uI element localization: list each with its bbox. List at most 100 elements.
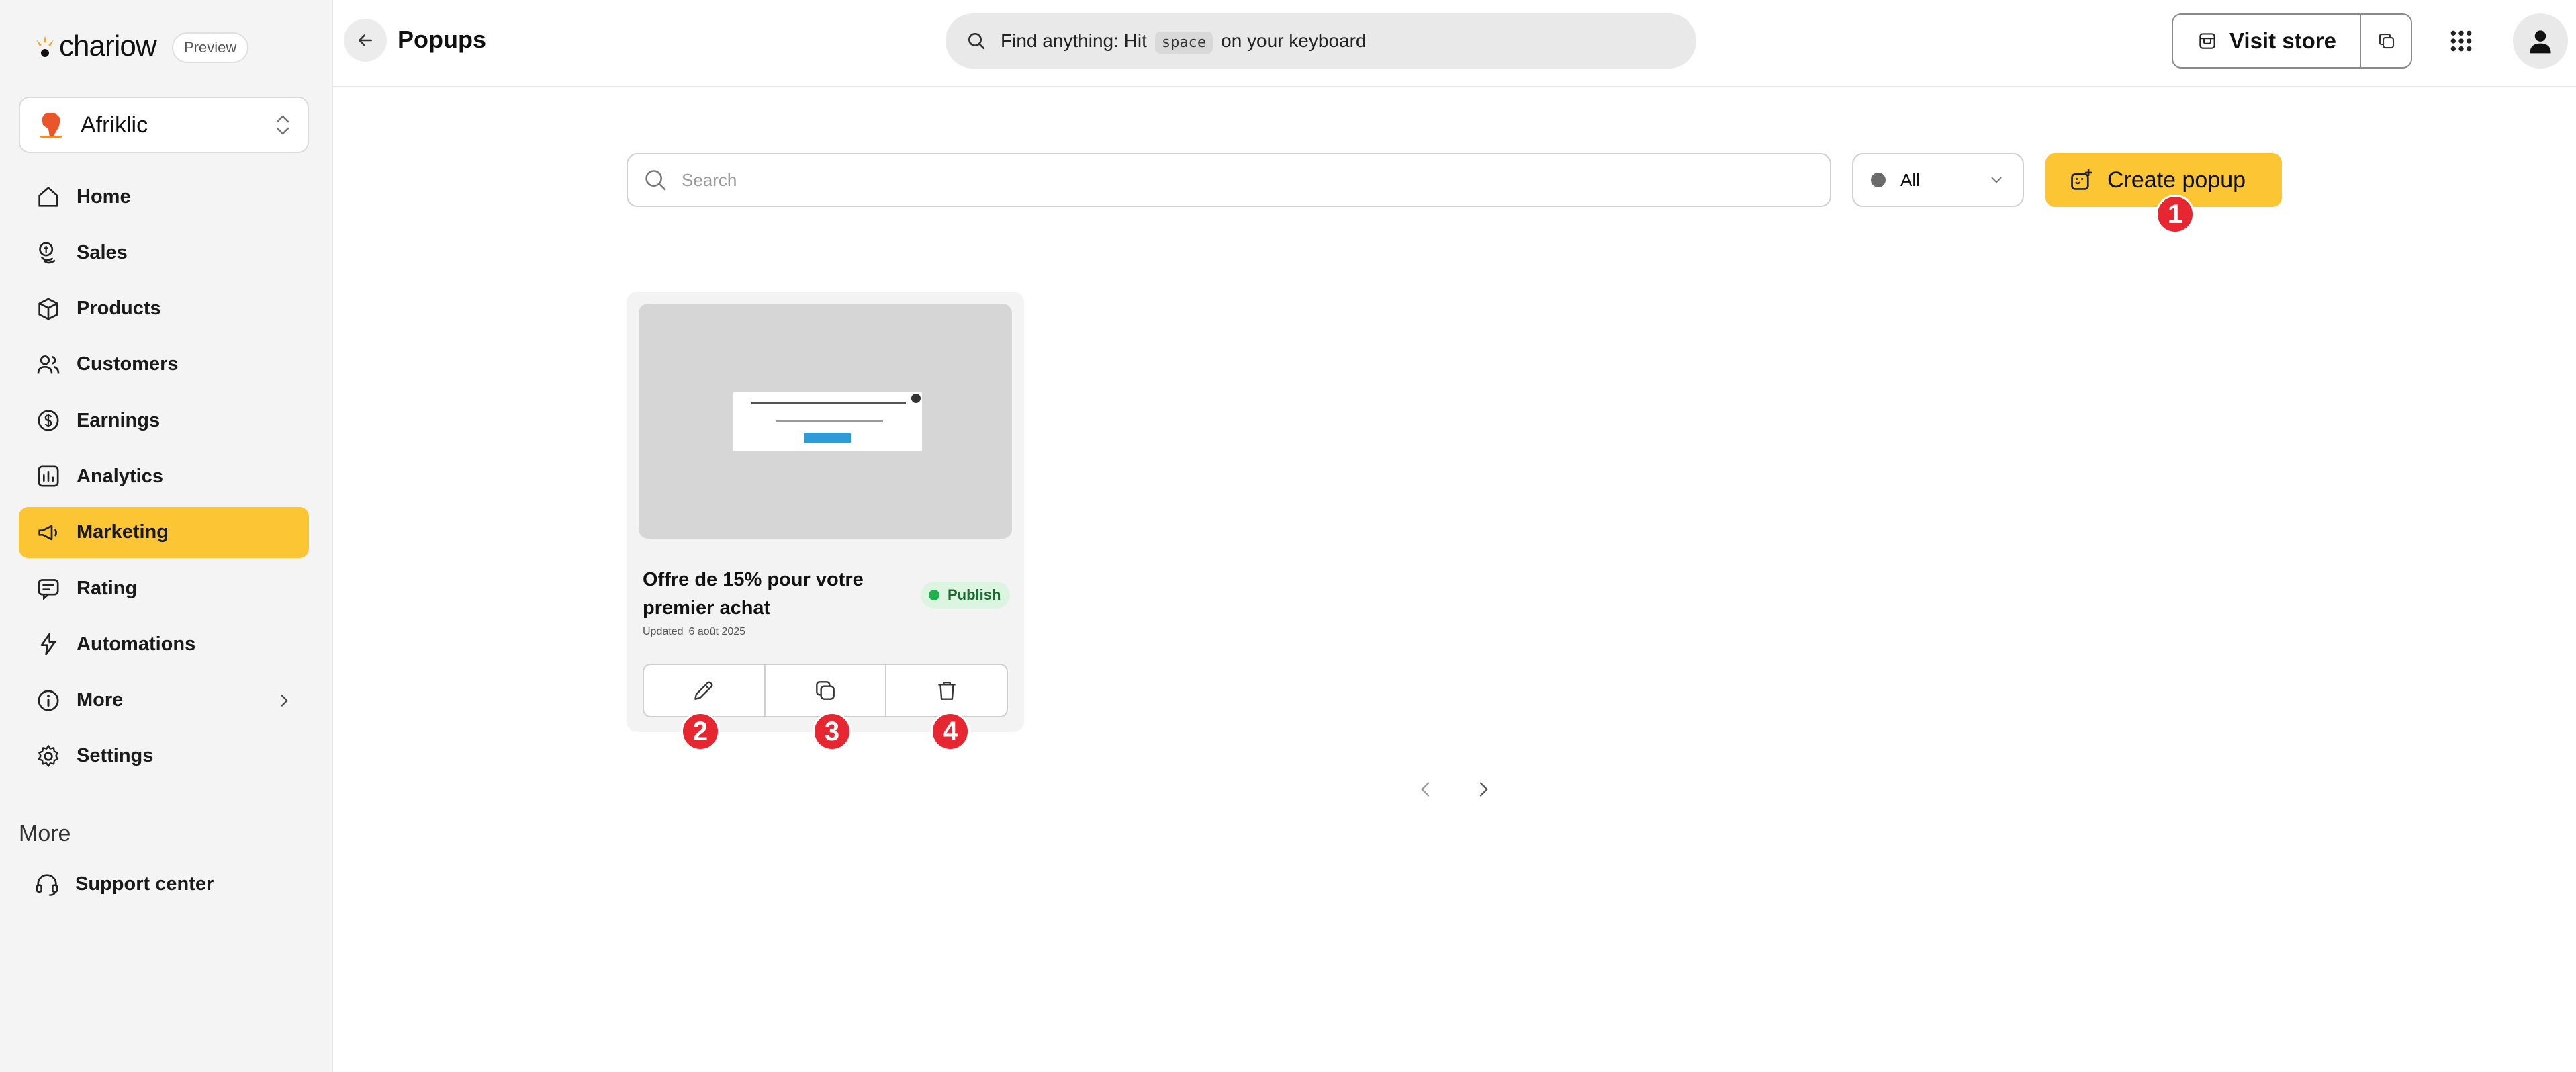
copy-store-link-button[interactable]: [2361, 15, 2412, 67]
status-dot: [1871, 173, 1886, 187]
search-shortcut-key: space: [1154, 32, 1213, 54]
next-page-button[interactable]: [1468, 774, 1499, 805]
box-icon: [38, 298, 58, 320]
home-icon: [38, 187, 58, 207]
annotation-marker-1: 1: [2156, 195, 2195, 234]
edit-popup-button[interactable]: [644, 665, 766, 716]
sidebar-item-label: Analytics: [77, 465, 163, 487]
apps-menu-button[interactable]: [2436, 16, 2486, 66]
status-label: Publish: [948, 586, 1001, 603]
arrow-left-icon: [359, 34, 372, 46]
africa-map-icon: [40, 113, 62, 138]
sidebar-item-customers[interactable]: Customers: [19, 339, 309, 390]
popup-updated: Updated 6 août 2025: [643, 626, 745, 638]
chevron-right-icon: [281, 695, 288, 707]
search-input[interactable]: [682, 169, 1815, 191]
chart-icon: [38, 465, 59, 487]
sidebar-item-analytics[interactable]: Analytics: [19, 451, 309, 502]
popup-preview-heading-line: [751, 402, 906, 404]
search-hint-prefix: Find anything: Hit: [1001, 30, 1147, 51]
annotation-marker-4: 4: [931, 712, 970, 751]
gear-icon: [38, 744, 59, 767]
global-search[interactable]: Find anything: Hit space on your keyboard: [946, 13, 1696, 69]
popup-title: Offre de 15% pour votre premier achat: [643, 569, 864, 619]
popup-preview-graphic: [733, 392, 922, 451]
page-title: Popups: [398, 26, 486, 53]
popup-search: [627, 153, 1831, 207]
chevron-left-icon: [1421, 782, 1430, 797]
duplicate-icon: [816, 681, 835, 700]
sidebar-item-marketing[interactable]: Marketing: [19, 506, 309, 558]
chariow-logo[interactable]: chariow: [34, 30, 157, 63]
trash-icon: [938, 681, 956, 700]
sidebar-item-label: Customers: [77, 353, 179, 375]
search-icon: [645, 170, 666, 191]
more-section-heading: More: [19, 821, 71, 846]
store-avatar: [35, 109, 67, 141]
megaphone-icon: [38, 525, 57, 541]
previous-page-button[interactable]: [1410, 774, 1441, 805]
popup-preview-text-line: [776, 420, 883, 422]
visit-store-label: Visit store: [2229, 28, 2336, 53]
user-menu-button[interactable]: [2513, 13, 2568, 69]
annotation-marker-3: 3: [813, 712, 852, 751]
coins-icon: [39, 242, 56, 264]
logo-text: chariow: [59, 30, 157, 62]
sidebar-item-home[interactable]: Home: [19, 171, 309, 222]
duplicate-popup-button[interactable]: [766, 665, 887, 716]
sidebar-nav: Home Sales Products Customers Earnings A…: [19, 171, 309, 787]
sidebar-item-label: More: [77, 689, 124, 711]
top-header: Popups Find anything: Hit space on your ke…: [333, 0, 2576, 87]
sidebar-item-sales[interactable]: Sales: [19, 227, 309, 278]
store-icon: [2199, 33, 2215, 49]
sidebar-item-label: Home: [77, 185, 131, 208]
store-switcher[interactable]: Afriklic: [19, 97, 309, 153]
updated-date: 6 août 2025: [688, 626, 746, 637]
sidebar-item-more[interactable]: More: [19, 675, 309, 726]
popup-preview-close-icon: [911, 394, 921, 403]
sidebar-item-support-center[interactable]: Support center: [34, 870, 214, 897]
sidebar-item-products[interactable]: Products: [19, 283, 309, 334]
rating-icon: [38, 579, 59, 601]
sidebar-item-label: Automations: [77, 633, 196, 655]
popup-preview-thumbnail[interactable]: [639, 304, 1012, 539]
sidebar-item-earnings[interactable]: Earnings: [19, 395, 309, 446]
status-filter-select[interactable]: All: [1852, 153, 2024, 207]
visit-store-button[interactable]: Visit store: [2173, 15, 2361, 67]
search-icon: [968, 33, 984, 49]
visit-store-group: Visit store: [2172, 13, 2412, 69]
sidebar-item-settings[interactable]: Settings: [19, 731, 309, 782]
support-center-label: Support center: [75, 873, 214, 895]
chevron-right-icon: [1479, 782, 1488, 797]
sidebar-item-label: Settings: [77, 745, 154, 767]
bolt-icon: [40, 633, 56, 656]
sidebar-item-label: Sales: [77, 241, 128, 263]
chevron-down-icon: [1991, 177, 2002, 183]
annotation-marker-2: 2: [681, 712, 720, 751]
popup-add-icon: [2071, 169, 2092, 190]
info-icon: [38, 690, 59, 711]
status-indicator: [929, 590, 939, 600]
filter-value: All: [1900, 169, 1920, 190]
preview-badge: Preview: [172, 32, 249, 63]
back-button[interactable]: [344, 19, 387, 62]
grid-icon: [2450, 30, 2472, 52]
chevron-up-down-icon: [276, 115, 289, 135]
popup-preview-button-graphic: [804, 433, 851, 443]
sidebar-item-label: Earnings: [77, 409, 160, 431]
sidebar-item-automations[interactable]: Automations: [19, 619, 309, 670]
sidebar-item-rating[interactable]: Rating: [19, 563, 309, 614]
status-badge: Publish: [921, 582, 1011, 609]
popup-card: Offre de 15% pour votre premier achat Pu…: [627, 292, 1024, 732]
popup-actions: [643, 664, 1008, 717]
logo-mark-icon: [36, 36, 54, 57]
sidebar-item-label: Products: [77, 298, 161, 320]
search-hint-suffix: on your keyboard: [1221, 30, 1367, 51]
sidebar-item-label: Marketing: [77, 521, 169, 543]
sidebar-item-label: Rating: [77, 577, 138, 599]
copy-icon: [2379, 33, 2395, 49]
delete-popup-button[interactable]: [886, 665, 1007, 716]
updated-label: Updated: [643, 626, 684, 637]
pencil-icon: [694, 681, 713, 700]
users-icon: [37, 355, 60, 374]
